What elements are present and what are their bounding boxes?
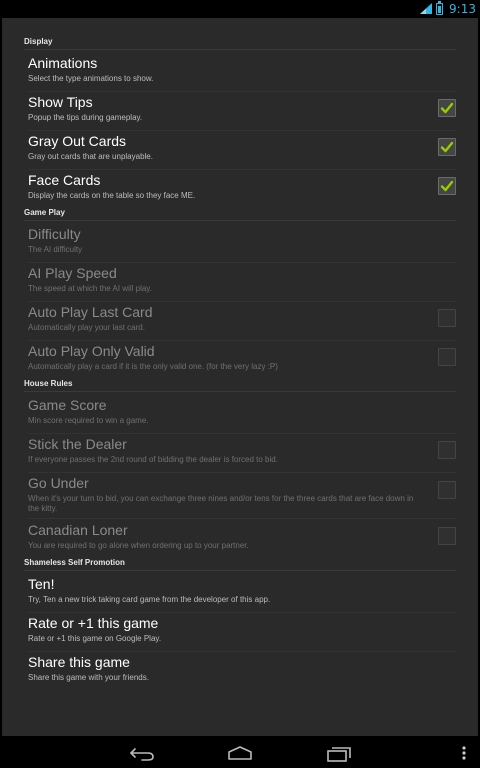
checkmark-icon	[440, 102, 454, 114]
overflow-menu-button[interactable]	[448, 742, 478, 764]
stick-the-dealer-checkbox[interactable]	[438, 441, 456, 459]
pref-title: Difficulty	[28, 226, 81, 242]
auto-play-last-card-checkbox[interactable]	[438, 309, 456, 327]
section-divider	[24, 220, 456, 221]
pref-summary: Rate or +1 this game on Google Play.	[28, 634, 162, 643]
section-divider	[24, 49, 456, 50]
pref-ten[interactable]: Ten! Try, Ten a new trick taking card ga…	[28, 576, 460, 605]
show-tips-checkbox[interactable]	[438, 99, 456, 117]
row-divider	[28, 301, 456, 302]
pref-show-tips[interactable]: Show Tips Popup the tips during gameplay…	[28, 94, 460, 123]
pref-canadian-loner[interactable]: Canadian Loner You are required to go al…	[28, 522, 460, 551]
row-divider	[28, 130, 456, 131]
pref-title: Show Tips	[28, 94, 93, 110]
pref-animations[interactable]: Animations Select the type animations to…	[28, 55, 460, 84]
section-divider	[24, 570, 456, 571]
row-divider	[28, 262, 456, 263]
status-clock: 9:13	[449, 1, 476, 16]
row-divider	[28, 169, 456, 170]
pref-summary: Min score required to win a game.	[28, 416, 149, 425]
pref-stick-the-dealer[interactable]: Stick the Dealer If everyone passes the …	[28, 436, 460, 465]
settings-panel: Display Animations Select the type anima…	[2, 18, 478, 736]
pref-summary: Select the type animations to show.	[28, 74, 154, 83]
home-icon	[228, 746, 252, 760]
pref-title: Stick the Dealer	[28, 436, 127, 452]
overflow-menu-icon	[462, 746, 466, 760]
pref-share[interactable]: Share this game Share this game with you…	[28, 654, 460, 683]
section-header-house-rules: House Rules	[24, 379, 73, 388]
auto-play-only-valid-checkbox[interactable]	[438, 348, 456, 366]
pref-summary: If everyone passes the 2nd round of bidd…	[28, 455, 278, 464]
go-under-checkbox[interactable]	[438, 481, 456, 499]
row-divider	[28, 433, 456, 434]
pref-auto-play-last-card[interactable]: Auto Play Last Card Automatically play y…	[28, 304, 460, 333]
pref-title: Gray Out Cards	[28, 133, 127, 149]
pref-summary: Gray out cards that are unplayable.	[28, 152, 153, 161]
section-header-display: Display	[24, 37, 53, 46]
row-divider	[28, 518, 456, 519]
row-divider	[28, 651, 456, 652]
pref-game-score[interactable]: Game Score Min score required to win a g…	[28, 397, 460, 426]
pref-summary: When it's your turn to bid, you can exch…	[28, 494, 414, 513]
status-icons: 9:13	[420, 0, 480, 17]
pref-summary: Share this game with your friends.	[28, 673, 149, 682]
checkmark-icon	[440, 141, 454, 153]
pref-title: Face Cards	[28, 172, 101, 188]
navigation-bar	[0, 738, 480, 768]
section-header-game-play: Game Play	[24, 208, 65, 217]
recents-button[interactable]	[318, 742, 358, 764]
pref-summary: You are required to go alone when orderi…	[28, 541, 249, 550]
pref-auto-play-only-valid[interactable]: Auto Play Only Valid Automatically play …	[28, 343, 460, 372]
pref-summary: Display the cards on the table so they f…	[28, 191, 196, 200]
pref-title: Share this game	[28, 654, 130, 670]
row-divider	[28, 91, 456, 92]
pref-ai-play-speed[interactable]: AI Play Speed The speed at which the AI …	[28, 265, 460, 294]
pref-summary: The speed at which the AI will play.	[28, 284, 152, 293]
pref-title: Game Score	[28, 397, 107, 413]
row-divider	[28, 340, 456, 341]
home-button[interactable]	[220, 742, 260, 764]
checkmark-icon	[440, 180, 454, 192]
pref-summary: Automatically play your last card.	[28, 323, 145, 332]
row-divider	[28, 612, 456, 613]
pref-title: Rate or +1 this game	[28, 615, 159, 631]
pref-title: Auto Play Only Valid	[28, 343, 155, 359]
section-header-promotion: Shameless Self Promotion	[24, 558, 125, 567]
pref-summary: Popup the tips during gameplay.	[28, 113, 143, 122]
recents-icon	[327, 747, 351, 762]
pref-rate[interactable]: Rate or +1 this game Rate or +1 this gam…	[28, 615, 460, 644]
pref-title: Auto Play Last Card	[28, 304, 153, 320]
pref-title: AI Play Speed	[28, 265, 117, 281]
signal-icon	[420, 3, 433, 14]
pref-summary: The AI difficulty	[28, 245, 83, 254]
pref-gray-out-cards[interactable]: Gray Out Cards Gray out cards that are u…	[28, 133, 460, 162]
battery-icon	[436, 0, 444, 15]
back-button[interactable]	[122, 742, 162, 764]
status-bar: 9:13	[0, 0, 480, 17]
pref-go-under[interactable]: Go Under When it's your turn to bid, you…	[28, 475, 460, 514]
face-cards-checkbox[interactable]	[438, 177, 456, 195]
pref-title: Animations	[28, 55, 98, 71]
pref-summary: Automatically play a card if it is the o…	[28, 362, 278, 371]
pref-summary: Try, Ten a new trick taking card game fr…	[28, 595, 271, 604]
pref-difficulty[interactable]: Difficulty The AI difficulty	[28, 226, 460, 255]
row-divider	[28, 472, 456, 473]
pref-title: Canadian Loner	[28, 522, 128, 538]
pref-face-cards[interactable]: Face Cards Display the cards on the tabl…	[28, 172, 460, 201]
back-icon	[130, 748, 154, 761]
pref-title: Go Under	[28, 475, 89, 491]
gray-out-cards-checkbox[interactable]	[438, 138, 456, 156]
pref-title: Ten!	[28, 576, 55, 592]
section-divider	[24, 391, 456, 392]
canadian-loner-checkbox[interactable]	[438, 527, 456, 545]
